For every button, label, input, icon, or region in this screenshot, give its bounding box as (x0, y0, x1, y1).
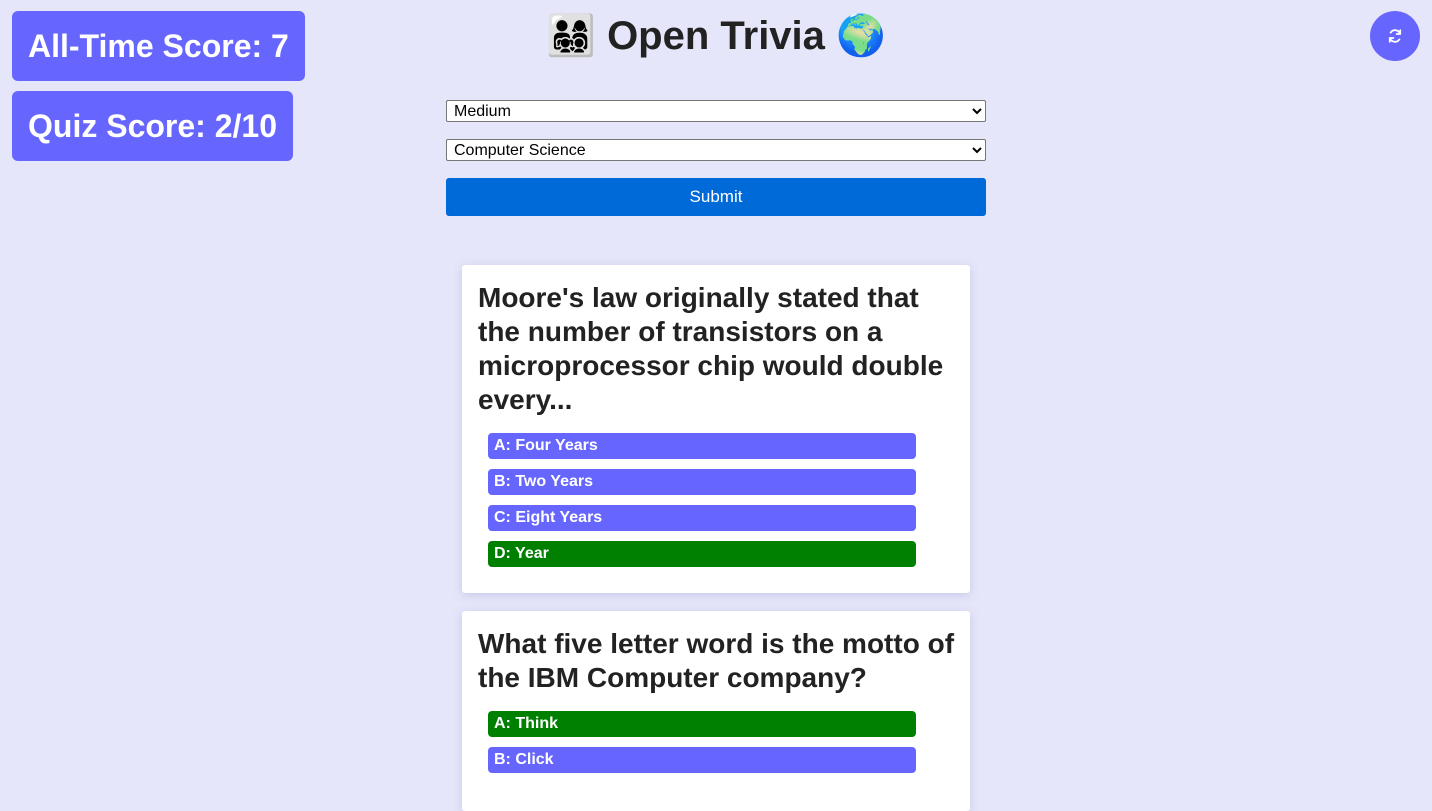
answer-option-b[interactable]: B: Click (488, 747, 916, 773)
globe-emoji-icon: 🌍 (836, 13, 886, 59)
family-emoji-icon: 👨‍👩‍👧‍👦 (546, 13, 596, 59)
difficulty-select[interactable]: Medium (446, 100, 986, 122)
category-select[interactable]: Computer Science (446, 139, 986, 161)
answer-option-a[interactable]: A: Think (488, 711, 916, 737)
answer-option-d[interactable]: D: Year (488, 541, 916, 567)
answer-option-b[interactable]: B: Two Years (488, 469, 916, 495)
question-card: What five letter word is the motto of th… (462, 611, 970, 811)
page-title-text: Open Trivia (607, 14, 825, 58)
page-title: 👨‍👩‍👧‍👦 Open Trivia 🌍 (0, 12, 1432, 59)
answer-option-a[interactable]: A: Four Years (488, 433, 916, 459)
refresh-button[interactable] (1370, 11, 1420, 61)
question-text: What five letter word is the motto of th… (478, 628, 955, 693)
refresh-icon (1388, 29, 1402, 43)
submit-button[interactable]: Submit (446, 178, 986, 216)
question-card: Moore's law originally stated that the n… (462, 265, 970, 593)
question-text: Moore's law originally stated that the n… (478, 282, 944, 415)
quiz-score-badge: Quiz Score: 2/10 (12, 91, 293, 161)
quiz-controls: Medium Computer Science Submit (446, 100, 986, 216)
answer-option-c[interactable]: C: Eight Years (488, 505, 916, 531)
